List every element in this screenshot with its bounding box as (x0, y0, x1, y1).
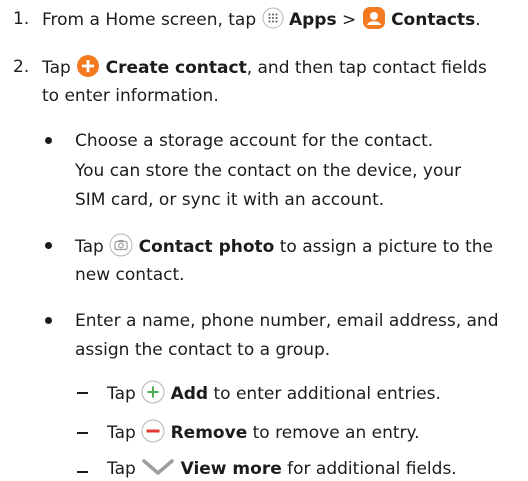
camera-icon (109, 233, 133, 257)
step-text: From a Home screen, tap (42, 10, 257, 30)
subitem-line: Tap View more for additional fields. (107, 458, 457, 480)
separator: > (342, 10, 357, 30)
bullet-marker (45, 137, 52, 144)
dash-marker (77, 432, 88, 434)
create-contact-label: Create contact (105, 58, 247, 78)
bullet-line: SIM card, or sync it with an account. (75, 190, 385, 210)
view-more-icon (141, 457, 175, 477)
bullet-line: assign the contact to a group. (75, 340, 331, 360)
add-icon (141, 380, 165, 404)
remove-label: Remove (170, 423, 248, 443)
step-2-line-1: Tap Create contact, and then tap contact… (42, 54, 487, 78)
bullet-marker (45, 317, 52, 324)
bullet-marker (45, 242, 52, 249)
contacts-icon (362, 6, 386, 30)
bullet-line: You can store the contact on the device,… (75, 161, 462, 181)
tap-text: Tap (42, 58, 71, 78)
apps-label: Apps (288, 10, 337, 30)
dash-marker (77, 471, 88, 473)
add-label: Add (170, 384, 209, 404)
create-contact-icon (76, 54, 100, 78)
step-number: 1. (13, 9, 30, 29)
dash-marker (77, 392, 88, 394)
subitem-line: Tap Add to enter additional entries. (107, 380, 441, 404)
view-more-label: View more (180, 459, 282, 479)
step-text: , and then tap contact fields (246, 58, 487, 78)
tap-text: Tap (107, 459, 136, 479)
bullet-line: Enter a name, phone number, email addres… (75, 311, 499, 331)
bullet-line: Tap Contact photo to assign a picture to… (75, 233, 493, 257)
step-1-text: From a Home screen, tap Apps > Contacts. (42, 6, 481, 30)
apps-icon (262, 7, 284, 29)
remove-icon (141, 419, 165, 443)
contacts-label: Contacts (391, 10, 476, 30)
step-number: 2. (13, 57, 30, 77)
tap-text: Tap (75, 237, 104, 257)
subitem-text: to enter additional entries. (213, 384, 441, 404)
tap-text: Tap (107, 423, 136, 443)
period: . (475, 10, 481, 30)
subitem-line: Tap Remove to remove an entry. (107, 419, 420, 443)
tap-text: Tap (107, 384, 136, 404)
bullet-text: to assign a picture to the (279, 237, 493, 257)
subitem-text: to remove an entry. (252, 423, 420, 443)
contact-photo-label: Contact photo (138, 237, 275, 257)
step-2-line-2: to enter information. (42, 86, 219, 106)
subitem-text: for additional fields. (287, 459, 457, 479)
bullet-line: new contact. (75, 265, 185, 285)
bullet-line: Choose a storage account for the contact… (75, 131, 434, 151)
